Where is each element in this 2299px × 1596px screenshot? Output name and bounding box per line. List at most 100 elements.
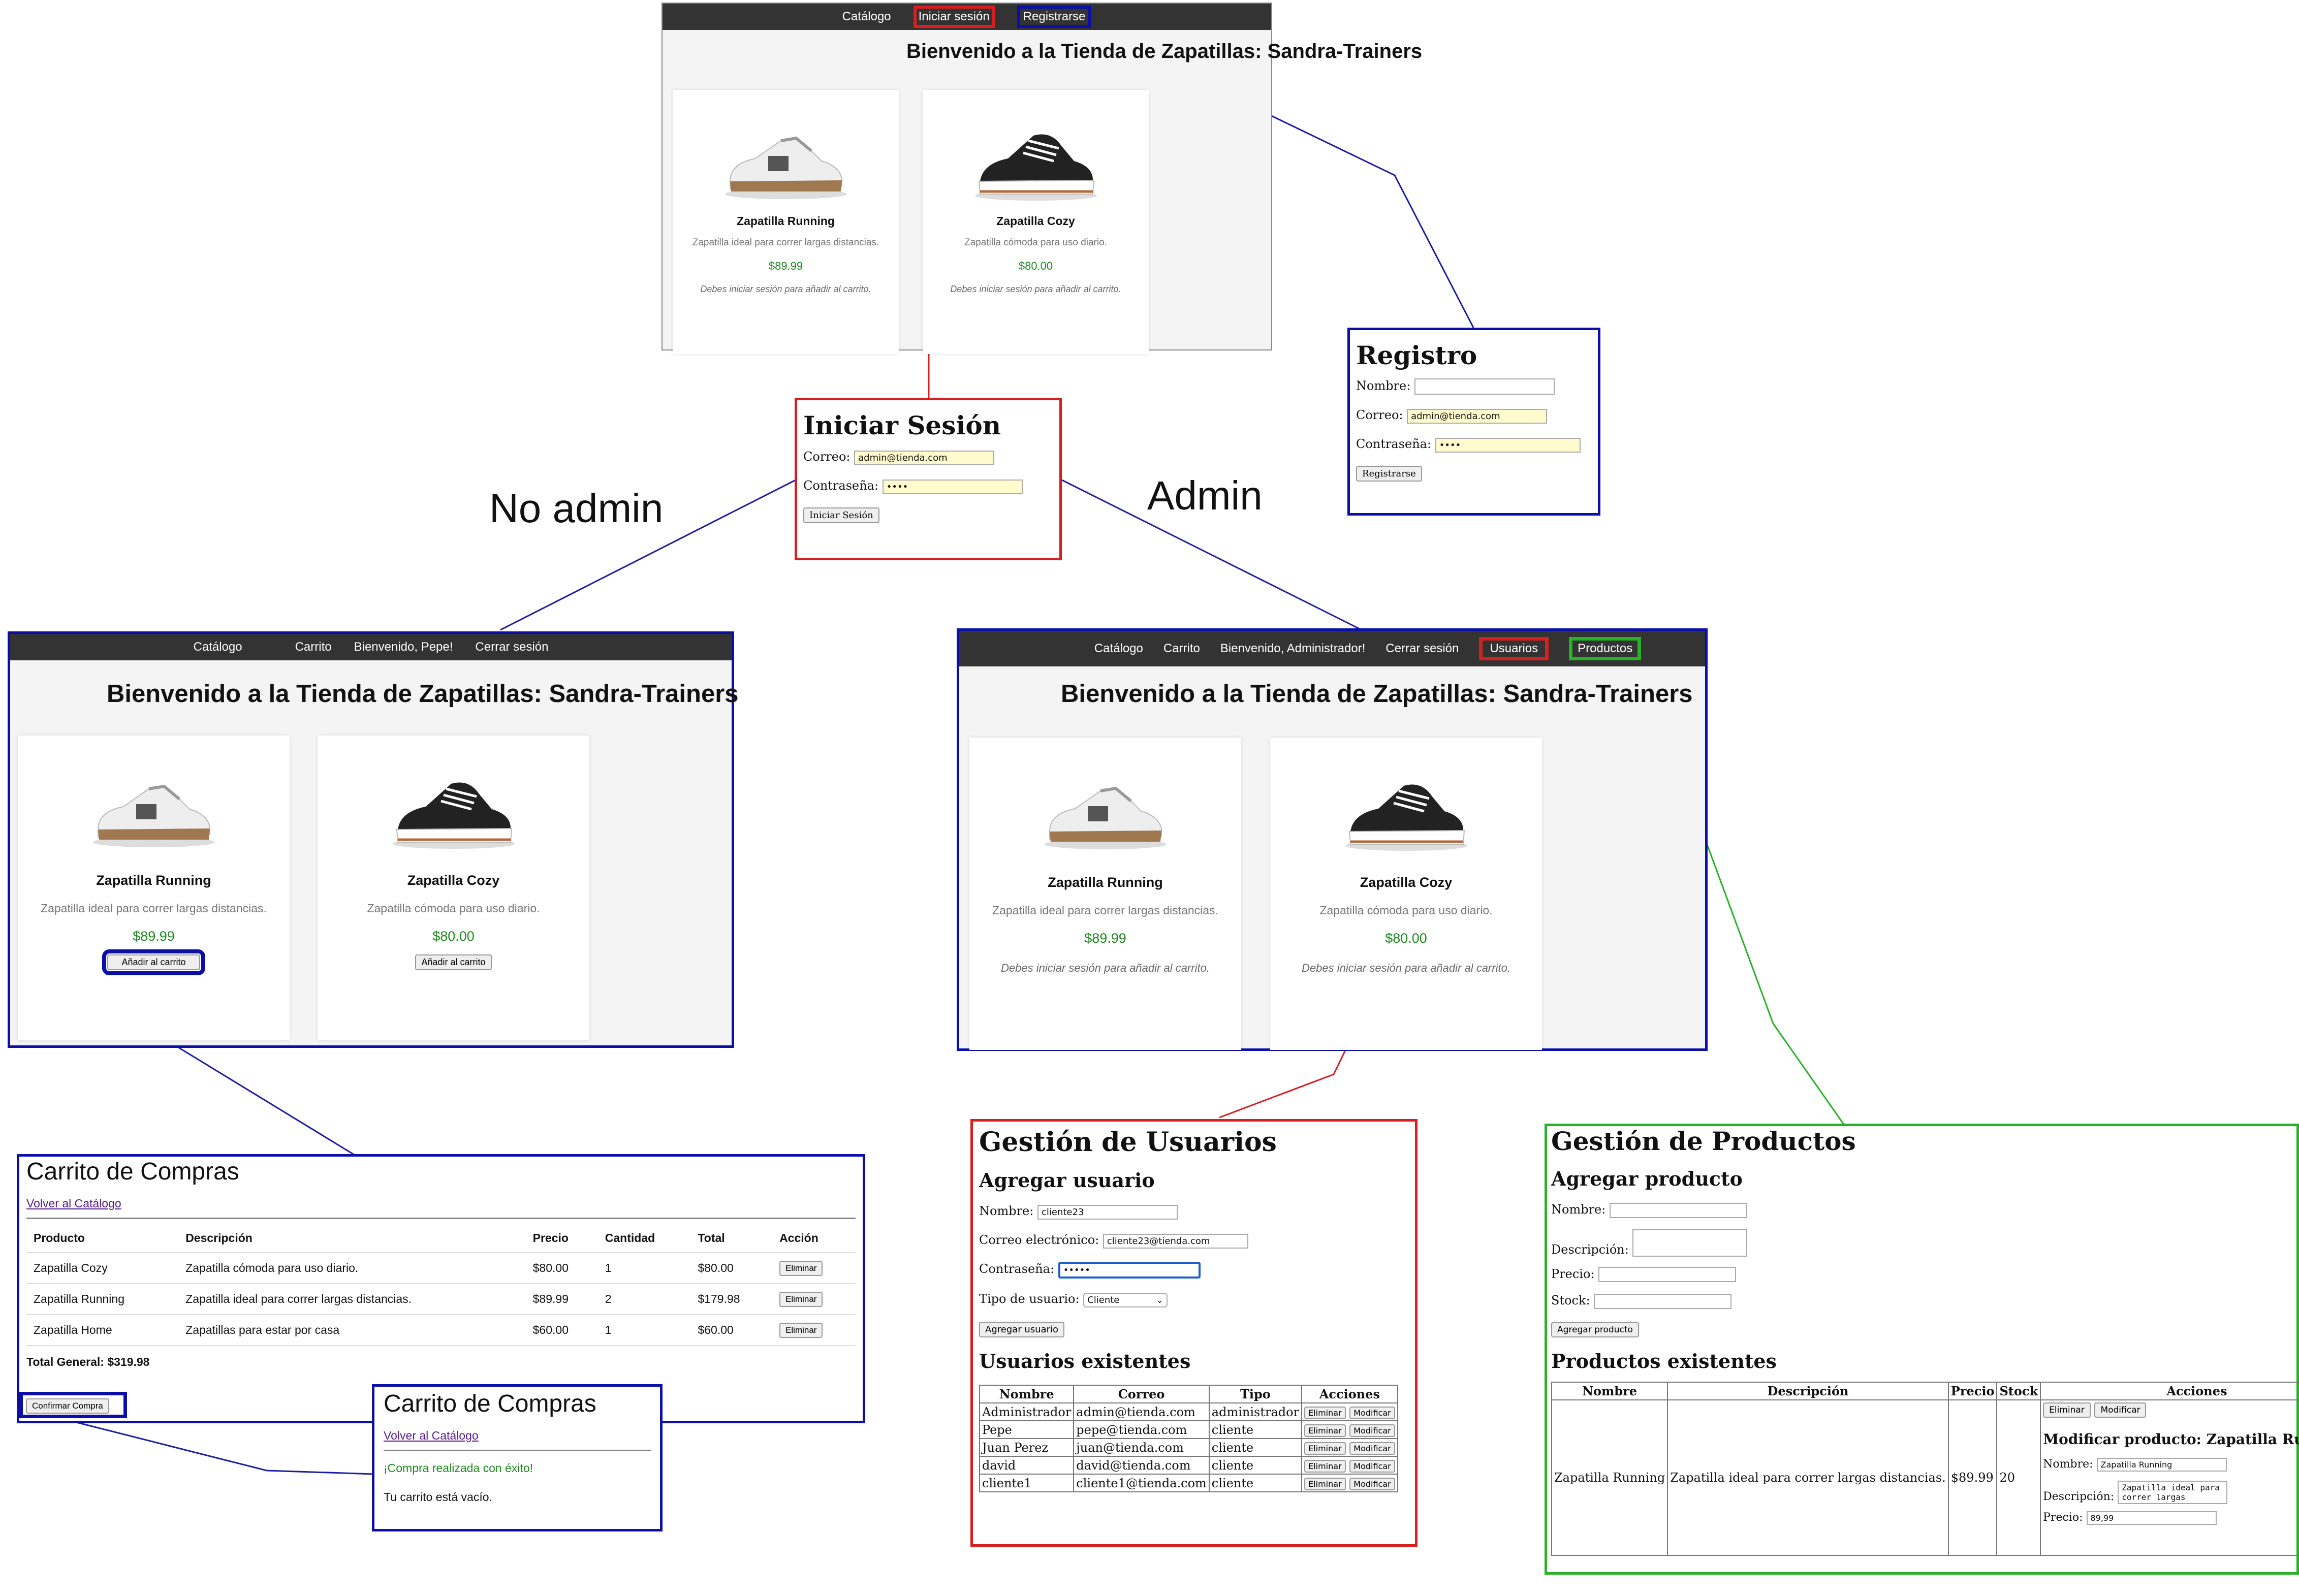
delete-button[interactable]: Eliminar [779,1261,823,1276]
actions-cell: Eliminar Modificar Modificar producto: Z… [2040,1399,2299,1556]
modify-button[interactable]: Modificar [1349,1442,1395,1455]
modify-button[interactable]: Modificar [1349,1424,1395,1437]
password-input[interactable]: ••••• [1058,1262,1201,1279]
delete-button[interactable]: Eliminar [779,1323,823,1338]
name-input[interactable] [1414,378,1555,395]
chevron-down-icon: ⌄ [1156,1295,1164,1305]
product-note: Debes iniciar sesión para añadir al carr… [950,284,1121,294]
email-input[interactable]: cliente23@tienda.com [1103,1234,1248,1249]
edit-name-input[interactable]: Zapatilla Running [2096,1457,2227,1472]
product-card: Zapatilla Running Zapatilla ideal para c… [969,738,1241,1050]
modify-button[interactable]: Modificar [1349,1407,1395,1419]
register-button[interactable]: Registrarse [1356,466,1422,482]
delete-button[interactable]: Eliminar [1304,1460,1346,1473]
add-user-button[interactable]: Agregar usuario [979,1322,1065,1337]
email-input[interactable]: admin@tienda.com [854,451,995,465]
nav-register[interactable]: Registrarse [1017,6,1092,28]
edit-desc-input[interactable]: Zapatilla ideal para correr largas [2118,1480,2228,1504]
shoe-graphic [725,136,847,199]
back-to-catalog-link[interactable]: Volver al Catálogo [384,1429,651,1443]
cell: Eliminar [772,1253,856,1284]
register-title: Registro [1356,340,1477,370]
nav-logout[interactable]: Cerrar sesión [475,640,548,654]
name-input[interactable]: cliente23 [1037,1205,1178,1220]
product-desc-input[interactable] [1632,1229,1748,1257]
users-table: Nombre Correo Tipo Acciones Administrador ad… [979,1385,1398,1492]
nav-catalog[interactable]: Catálogo [842,10,891,24]
name-label: Nombre: [1551,1202,1606,1217]
modify-button[interactable]: Modificar [1349,1460,1395,1473]
product-name-input[interactable] [1609,1202,1747,1218]
shoe-image-cozy [1270,760,1542,859]
nav-catalog[interactable]: Catálogo [1094,642,1143,656]
modify-button[interactable]: Modificar [2094,1402,2147,1418]
delete-button[interactable]: Eliminar [1304,1424,1346,1437]
product-price: $89.99 [1084,931,1126,946]
actions-cell: Eliminar Modificar [1301,1402,1398,1421]
shoe-graphic [1044,786,1167,849]
back-to-catalog-link[interactable]: Volver al Catálogo [26,1197,856,1210]
label-admin: Admin [1147,473,1263,518]
nav-cart[interactable]: Carrito [1163,642,1200,656]
column-header: Nombre [1551,1381,1668,1400]
shoe-graphic [1345,784,1467,851]
delete-button[interactable]: Eliminar [2043,1402,2091,1418]
cart-table: Producto Descripción Precio Cantidad Total Ac… [26,1224,856,1346]
stock-label: Stock: [1551,1293,1590,1307]
nav-logout[interactable]: Cerrar sesión [1385,642,1459,656]
product-desc: Zapatilla ideal para correr largas dista… [692,237,879,248]
users-admin-page: Gestión de Usuarios Agregar usuario Nomb… [970,1119,1418,1547]
column-header: Total [690,1224,773,1253]
add-to-cart-button[interactable]: Añadir al carrito [102,949,205,975]
email-label: Correo: [1356,408,1403,422]
register-form: Registro Nombre: Correo: admin@tienda.co… [1347,328,1600,516]
divider [384,1450,651,1451]
actions-cell: Eliminar Modificar [1301,1420,1398,1439]
add-to-cart-button[interactable]: Añadir al carrito [415,954,492,970]
product-name: Zapatilla Cozy [407,873,500,888]
product-stock-input[interactable] [1594,1293,1732,1309]
label-no-admin: No admin [489,486,664,531]
delete-button[interactable]: Eliminar [1304,1407,1346,1419]
shoe-graphic [92,784,215,847]
cell: 1 [597,1315,691,1346]
product-price: $89.99 [133,929,175,944]
nav-products[interactable]: Productos [1569,637,1642,660]
cell: Zapatilla Cozy [26,1253,179,1284]
nav-login[interactable]: Iniciar sesión [913,6,995,28]
password-input[interactable]: •••• [1435,438,1581,453]
existing-users-title: Usuarios existentes [979,1350,1191,1372]
cell: cliente [1208,1456,1303,1475]
actions-cell: Eliminar Modificar [1301,1438,1398,1457]
product-price-input[interactable] [1598,1267,1737,1282]
add-product-button[interactable]: Agregar producto [1551,1322,1639,1337]
cell: Zapatilla ideal para correr largas dista… [1667,1399,1949,1556]
cell: Juan Perez [979,1438,1075,1457]
nav-catalog[interactable]: Catálogo [194,640,242,654]
column-header: Descripción [1667,1381,1949,1400]
add-product-title: Agregar producto [1551,1167,1743,1190]
confirm-purchase-button[interactable]: Confirmar Compra [26,1398,109,1414]
cell: juan@tienda.com [1073,1438,1210,1457]
success-message: ¡Compra realizada con éxito! [384,1461,533,1475]
email-input[interactable]: admin@tienda.com [1407,409,1548,424]
delete-button[interactable]: Eliminar [1304,1442,1346,1455]
password-input[interactable]: •••• [882,480,1023,494]
type-label: Tipo de usuario: [979,1292,1080,1306]
password-label: Contraseña: [979,1262,1055,1276]
modify-button[interactable]: Modificar [1349,1478,1395,1490]
cell: Zapatilla Running [1551,1399,1668,1556]
nav-users[interactable]: Usuarios [1479,637,1549,660]
edit-price-input[interactable]: 89,99 [2086,1511,2217,1525]
cell: administrador [1208,1402,1303,1421]
delete-button[interactable]: Eliminar [779,1292,823,1307]
empty-cart-message: Tu carrito está vacío. [384,1490,492,1504]
user-type-select[interactable]: Cliente ⌄ [1083,1293,1168,1307]
nav-welcome: Bienvenido, Administrador! [1220,642,1366,655]
shoe-image-running [969,760,1241,859]
user-type-value: Cliente [1087,1295,1120,1305]
nav-cart[interactable]: Carrito [295,640,332,654]
delete-button[interactable]: Eliminar [1304,1478,1346,1490]
column-header: Producto [26,1224,179,1253]
login-button[interactable]: Iniciar Sesión [803,507,879,523]
